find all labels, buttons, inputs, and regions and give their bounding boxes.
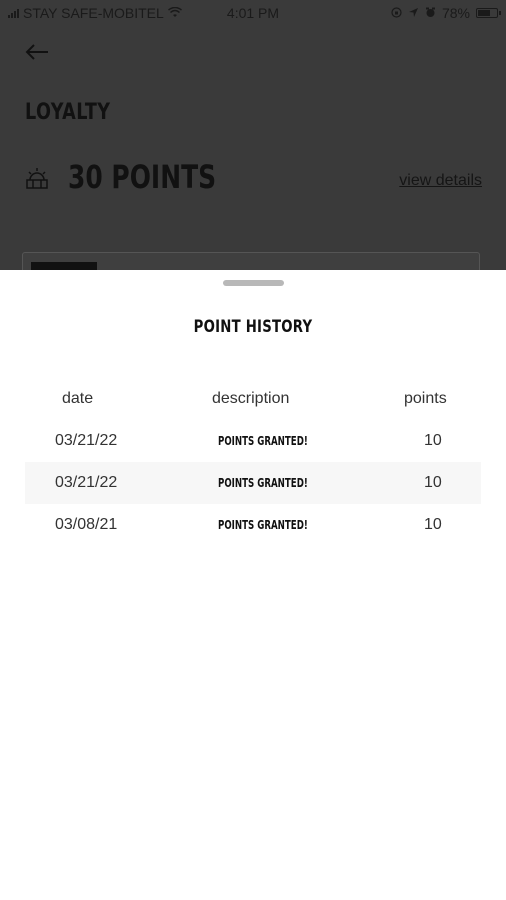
view-details-link[interactable]: view details [399, 172, 482, 190]
location-icon [408, 5, 419, 21]
product-card[interactable] [22, 252, 480, 270]
table-row: 03/21/22 POINTS GRANTED! 10 [25, 420, 481, 462]
row-description: POINTS GRANTED! [218, 518, 308, 532]
row-points: 10 [424, 474, 442, 491]
lock-rotation-icon [391, 5, 402, 21]
sheet-title: POINT HISTORY [193, 317, 313, 337]
page-title: LOYALTY [25, 100, 111, 125]
row-description: POINTS GRANTED! [218, 434, 308, 448]
column-header-date: date [62, 390, 94, 407]
row-date: 03/21/22 [55, 474, 118, 491]
table-header: date description points [25, 378, 481, 420]
sheet-drag-handle[interactable] [223, 280, 284, 286]
points-icon [25, 166, 49, 190]
column-header-points: points [404, 390, 447, 407]
row-points: 10 [424, 516, 442, 533]
point-history-sheet: POINT HISTORY date description points 03… [0, 270, 506, 900]
battery-percent: 78% [441, 5, 470, 21]
points-value: 30 POINTS [68, 158, 217, 196]
background-screen: STAY SAFE-MOBITEL 4:01 PM 78% LOYALTY 30… [0, 0, 506, 270]
row-points: 10 [424, 432, 442, 449]
product-card-image [31, 262, 97, 270]
battery-fill [478, 10, 491, 16]
points-summary: 30 POINTS view details [25, 158, 485, 198]
back-arrow-icon[interactable] [24, 38, 50, 69]
row-description: POINTS GRANTED! [218, 476, 308, 490]
table-row: 03/08/21 POINTS GRANTED! 10 [25, 504, 481, 546]
column-header-description: description [212, 390, 290, 407]
point-history-table: date description points 03/21/22 POINTS … [25, 378, 481, 546]
battery-icon [476, 8, 501, 18]
row-date: 03/21/22 [55, 432, 118, 449]
table-row: 03/21/22 POINTS GRANTED! 10 [25, 462, 481, 504]
status-right: 78% [391, 5, 501, 21]
alarm-icon [425, 5, 436, 21]
table-body: 03/21/22 POINTS GRANTED! 10 03/21/22 POI… [25, 420, 481, 546]
row-date: 03/08/21 [55, 516, 118, 533]
status-bar: STAY SAFE-MOBITEL 4:01 PM 78% [0, 0, 506, 28]
